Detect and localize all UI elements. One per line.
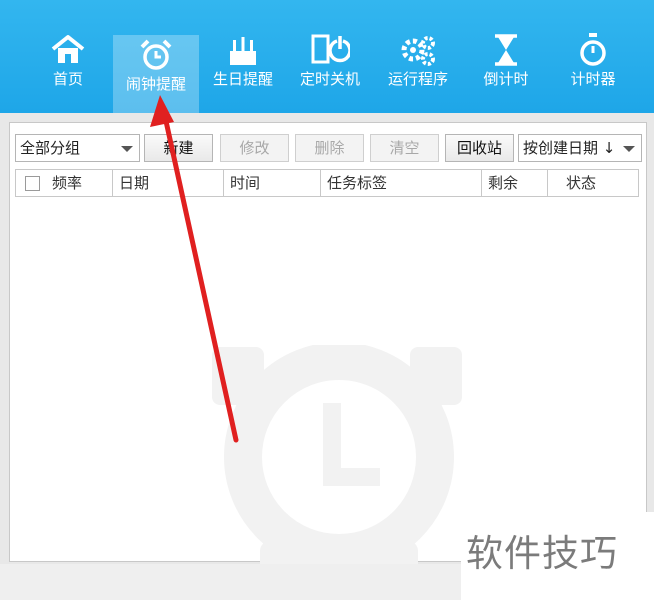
nav-item-alarm[interactable]: 闹钟提醒 [113, 35, 199, 113]
column-frequency[interactable]: 频率 [16, 170, 113, 196]
alarm-list-panel: 全部分组 新建 修改 删除 清空 回收站 按创建日期 ↓ 频率 日期 时间 任务… [9, 122, 647, 587]
top-navigation-bar: 首页 闹钟提醒 生日提醒 定时关机 运行程序 倒计时 计时器 [0, 0, 654, 113]
nav-label: 生日提醒 [212, 70, 273, 88]
toolbar: 全部分组 新建 修改 删除 清空 回收站 按创建日期 ↓ [15, 134, 643, 163]
nav-label: 倒计时 [483, 70, 529, 88]
nav-label: 定时关机 [299, 70, 360, 88]
sort-select-value: 按创建日期 ↓ [523, 139, 616, 157]
new-button[interactable]: 新建 [144, 134, 213, 162]
recycle-bin-button[interactable]: 回收站 [445, 134, 514, 162]
select-all-checkbox[interactable] [25, 176, 40, 191]
nav-label: 运行程序 [387, 70, 448, 88]
column-time[interactable]: 时间 [224, 170, 321, 196]
group-select-value: 全部分组 [20, 139, 81, 157]
sort-select[interactable]: 按创建日期 ↓ [518, 134, 642, 162]
gears-icon [398, 30, 438, 70]
column-task-label[interactable]: 任务标签 [321, 170, 482, 196]
power-off-icon [310, 30, 350, 70]
nav-label: 首页 [52, 70, 83, 88]
column-label: 频率 [52, 174, 83, 192]
nav-label: 闹钟提醒 [125, 75, 186, 93]
delete-button[interactable]: 删除 [295, 134, 364, 162]
home-icon [48, 30, 88, 70]
nav-item-shutdown[interactable]: 定时关机 [287, 30, 373, 113]
chevron-down-icon [121, 146, 133, 152]
watermark-text: 软件技巧 [461, 512, 654, 600]
clear-button[interactable]: 清空 [370, 134, 439, 162]
stopwatch-icon [573, 30, 613, 70]
hourglass-icon [486, 30, 526, 70]
nav-item-run-program[interactable]: 运行程序 [375, 30, 461, 113]
chevron-down-icon [623, 146, 635, 152]
column-status[interactable]: 状态 [548, 170, 638, 196]
edit-button[interactable]: 修改 [220, 134, 289, 162]
nav-label: 计时器 [570, 70, 616, 88]
column-date[interactable]: 日期 [113, 170, 224, 196]
table-header: 频率 日期 时间 任务标签 剩余 状态 [15, 169, 639, 197]
birthday-cake-icon [223, 30, 263, 70]
nav-item-birthday[interactable]: 生日提醒 [200, 30, 286, 113]
alarm-clock-icon [136, 35, 176, 75]
nav-item-home[interactable]: 首页 [25, 30, 111, 113]
alarm-clock-watermark-icon [212, 345, 462, 587]
column-remaining[interactable]: 剩余 [482, 170, 548, 196]
nav-item-stopwatch[interactable]: 计时器 [550, 30, 636, 113]
nav-item-countdown[interactable]: 倒计时 [463, 30, 549, 113]
group-select[interactable]: 全部分组 [15, 134, 140, 162]
